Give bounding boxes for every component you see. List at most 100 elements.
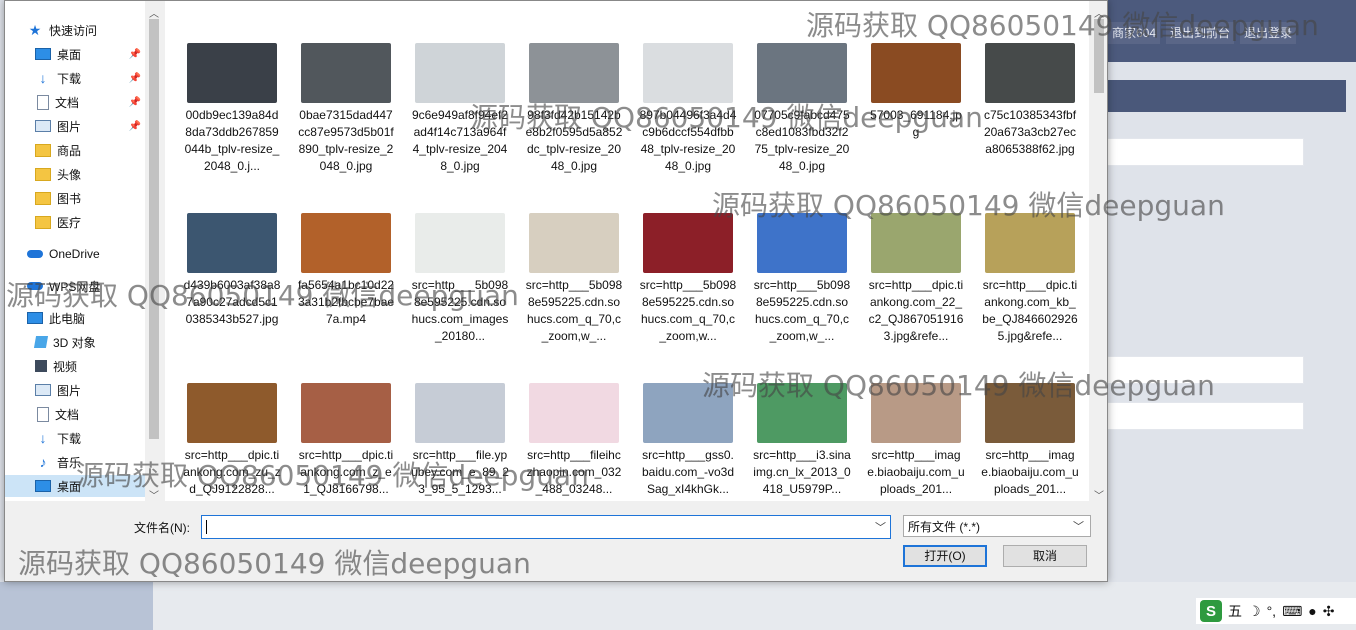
file-thumbnail [301,43,391,103]
file-item[interactable]: 07705c9fabcd475c8ed1083fbd32f275_tplv-re… [735,43,850,213]
background-input[interactable] [1106,402,1304,430]
file-item[interactable]: src=http___5b0988e595225.cdn.sohucs.com_… [621,213,736,383]
nav-item-label: 文档 [55,95,80,110]
file-item[interactable]: src=http___5b0988e595225.cdn.sohucs.com_… [507,213,622,383]
file-item[interactable]: src=http___dpic.tiankong.com_22_c2_QJ867… [849,213,963,383]
nav-item[interactable]: OneDrive [5,243,145,265]
file-item[interactable]: src=http___fileihczhaopin.com_032_488_03… [507,383,621,501]
filename-input[interactable]: ﹀ [201,515,891,539]
file-item[interactable]: src=http___5b0988e595225.cdn.sohucs.com_… [393,213,508,383]
file-name: src=http___dpic.tiankong.com_kb_be_QJ846… [982,278,1078,343]
file-name: src=http___dpic.tiankong.com_z_e1_QJ8166… [298,448,394,496]
open-button[interactable]: 打开(O) [903,545,987,567]
nav-item[interactable]: ↓ 下载 [5,427,145,449]
file-item[interactable]: src=http___i3.sinaimg.cn_lx_2013_0418_U5… [735,383,851,501]
file-name: 57003_691184.jpg [870,108,962,139]
file-grid: 00db9ec139a84d8da73ddb267859044b_tplv-re… [165,1,1089,501]
file-item[interactable]: fa5654a1bc10d223a31b2fbcbe7bae7a.mp4 [279,213,394,383]
keyboard-icon[interactable]: ⌨ [1282,603,1302,620]
file-list-scrollbar[interactable]: ︿ ﹀ [1091,1,1107,502]
nav-item[interactable]: 医疗 [5,211,145,233]
nav-item[interactable]: 图片 📌 [5,115,145,137]
nav-item[interactable]: 文档 📌 [5,91,145,113]
file-item[interactable]: src=http___dpic.tiankong.com_kb_be_QJ846… [963,213,1078,383]
nav-item[interactable]: 图片 [5,379,145,401]
chevron-down-icon[interactable]: ﹀ [1073,516,1084,538]
file-item[interactable]: 897b04496f3a4d4c9b6dccf554dfbb48_tplv-re… [621,43,736,213]
background-input[interactable] [1106,356,1304,384]
file-thumbnail [415,43,505,103]
file-item[interactable]: src=http___image.biaobaiju.com_uploads_2… [849,383,965,501]
nav-item[interactable]: 此电脑 [5,307,145,329]
file-item[interactable]: src=http___gss0.baidu.com_-vo3dSag_xI4kh… [621,383,734,501]
merchant-link[interactable]: 商家604 [1108,22,1161,44]
nav-item[interactable]: 图书 [5,187,145,209]
nav-item[interactable]: 商品 [5,139,145,161]
punctuation-icon[interactable]: °, [1267,603,1277,619]
nav-item-label: 桌面 [57,479,82,494]
scroll-up-icon[interactable]: ︿ [1092,5,1106,20]
folder-icon [35,215,51,229]
file-item[interactable]: 0bae7315dad447cc87e9573d5b01f890_tplv-re… [279,43,394,213]
moon-icon[interactable]: ☽ [1248,603,1261,620]
file-item[interactable]: src=http___5b0988e595225.cdn.sohucs.com_… [735,213,850,383]
file-item[interactable]: 00db9ec139a84d8da73ddb267859044b_tplv-re… [165,43,279,213]
ime-mode[interactable]: 五 [1228,601,1242,621]
nav-item[interactable]: ↓ 下载 📌 [5,67,145,89]
file-item[interactable]: d439b6003af38a87a90c27adcd5c10385343b527… [165,213,280,383]
nav-item[interactable]: 桌面 📌 [5,43,145,65]
file-thumbnail [529,43,619,103]
file-item[interactable]: 57003_691184.jpg [849,43,962,213]
file-name: src=http___gss0.baidu.com_-vo3dSag_xI4kh… [641,448,735,496]
nav-item[interactable]: 文档 [5,403,145,425]
cancel-button[interactable]: 取消 [1003,545,1087,567]
nav-item-label: 桌面 [57,47,82,62]
nav-item-label: OneDrive [49,247,100,261]
navigation-scrollbar[interactable]: ︿ ﹀ [147,1,161,502]
pictures-icon [35,120,51,132]
nav-item[interactable]: 头像 [5,163,145,185]
file-item[interactable]: src=http___dpic.tiankong.com_z_e1_QJ8166… [279,383,393,501]
scroll-up-icon[interactable]: ︿ [147,5,161,20]
3d-objects-icon [33,336,49,348]
text-caret [206,520,207,534]
file-thumbnail [415,213,505,273]
nav-item[interactable]: WPS网盘 [5,275,145,297]
user-icon[interactable]: ● [1308,603,1316,619]
desktop-icon [35,48,51,60]
file-name: src=http___file.ypubey.com_e_89_23_95_5_… [411,448,509,496]
nav-item[interactable]: 视频 [5,355,145,377]
file-item[interactable]: c75c10385343fbf20a673a3cb27eca8065388f62… [963,43,1076,213]
file-item[interactable]: 9c6e949af8f94ef2ad4f14c713a964f4_tplv-re… [393,43,508,213]
file-name: src=http___5b0988e595225.cdn.sohucs.com_… [639,278,737,343]
file-item[interactable]: src=http___dpic.tiankong.com_zu_zd_QJ912… [165,383,281,501]
nav-item[interactable]: ★ 快速访问 [5,19,145,41]
nav-item-label: WPS网盘 [49,279,101,294]
file-item[interactable]: src=http___image.biaobaiju.com_uploads_2… [963,383,1079,501]
file-name: 98f3fd42b15142be8b2f0595d5a852dc_tplv-re… [525,108,623,173]
grid-icon[interactable]: ✣ [1323,603,1335,620]
scroll-down-icon[interactable]: ﹀ [1092,487,1106,502]
chevron-down-icon[interactable]: ﹀ [875,519,886,535]
logout-link[interactable]: 退出登录 [1240,22,1297,44]
file-thumbnail [757,213,847,273]
exit-to-front-link[interactable]: 退出到前台 [1166,22,1235,44]
folder-icon [35,167,51,181]
file-name: src=http___i3.sinaimg.cn_lx_2013_0418_U5… [753,448,851,496]
file-item[interactable]: 98f3fd42b15142be8b2f0595d5a852dc_tplv-re… [507,43,622,213]
scrollbar-thumb[interactable] [1094,19,1104,93]
nav-item[interactable]: 桌面 [5,475,145,497]
ime-toolbar[interactable]: S 五 ☽ °, ⌨ ● ✣ [1196,598,1356,624]
file-thumbnail [643,213,733,273]
file-thumbnail [301,383,391,443]
star-icon: ★ [28,22,42,38]
file-type-select[interactable]: 所有文件 (*.*) ﹀ [903,515,1091,537]
file-item[interactable]: src=http___file.ypubey.com_e_89_23_95_5_… [393,383,509,501]
folder-icon [35,143,51,157]
scrollbar-thumb[interactable] [149,19,159,439]
nav-item[interactable]: 3D 对象 [5,331,145,353]
background-input[interactable] [1106,138,1304,166]
file-name: src=http___5b0988e595225.cdn.sohucs.com_… [525,278,623,343]
nav-item[interactable]: ♪ 音乐 [5,451,145,473]
scroll-down-icon[interactable]: ﹀ [147,487,161,502]
